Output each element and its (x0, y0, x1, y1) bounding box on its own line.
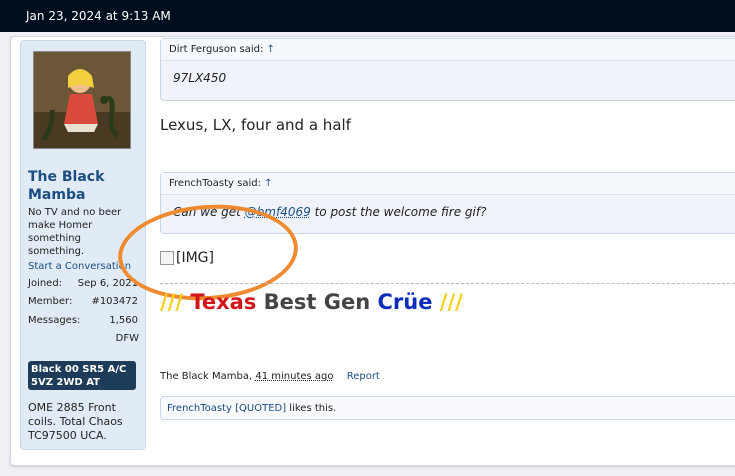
vehicle-badge: Black 00 SR5 A/C 5VZ 2WD AT (28, 361, 136, 390)
post-meta: The Black Mamba, 41 minutes ago Report (160, 371, 380, 382)
stat-joined: Joined: Sep 6, 2021 (28, 278, 138, 289)
jump-to-quote-icon[interactable]: ↑ (267, 44, 275, 55)
message-text: Lexus, LX, four and a half (160, 116, 351, 134)
stat-member: Member: #103472 (28, 296, 138, 307)
jump-to-quote-icon[interactable]: ↑ (264, 178, 272, 189)
quote-header: FrenchToasty said: ↑ (161, 173, 735, 195)
sig-slashes-right: /// (439, 290, 463, 314)
stat-value: 1,560 (109, 315, 138, 326)
start-conversation-link[interactable]: Start a Conversation (28, 261, 131, 272)
likes-bar: FrenchToasty [QUOTED] likes this. (160, 396, 735, 420)
sig-slashes-left: /// (160, 290, 184, 314)
quote-block-1: Dirt Ferguson said: ↑ 97LX450 (160, 38, 735, 101)
user-location: DFW (115, 333, 139, 344)
post-time[interactable]: 41 minutes ago (255, 371, 333, 382)
stat-label: Messages: (28, 315, 81, 326)
liker-link[interactable]: FrenchToasty [QUOTED] (167, 403, 286, 414)
stat-label: Joined: (28, 278, 63, 289)
signature: /// Texas Best Gen Crüe /// (160, 290, 463, 314)
likes-suffix: likes this. (286, 403, 337, 414)
sig-texas: Texas (190, 290, 257, 314)
quote-author[interactable]: FrenchToasty said: (169, 178, 261, 189)
stat-messages: Messages: 1,560 (28, 315, 138, 326)
sig-gen: Gen (323, 290, 371, 314)
stat-label: Member: (28, 296, 73, 307)
post-date-bar: Jan 23, 2024 at 9:13 AM (0, 0, 735, 32)
sig-best: Best (263, 290, 317, 314)
quote-author[interactable]: Dirt Ferguson said: (169, 44, 263, 55)
quote-text-after: to post the welcome fire gif? (310, 205, 487, 219)
user-description: OME 2885 Front coils. Total Chaos TC9750… (28, 401, 123, 442)
username[interactable]: The Black Mamba (28, 168, 138, 204)
stat-value: #103472 (91, 296, 138, 307)
report-link[interactable]: Report (347, 371, 380, 382)
post-date: Jan 23, 2024 at 9:13 AM (26, 9, 171, 23)
signature-divider (160, 283, 735, 284)
quote-header: Dirt Ferguson said: ↑ (161, 39, 735, 61)
avatar[interactable] (33, 51, 131, 149)
sig-crue: Crüe (377, 290, 433, 314)
meta-author[interactable]: The Black Mamba, (160, 371, 252, 382)
quote-text: 97LX450 (173, 71, 227, 85)
